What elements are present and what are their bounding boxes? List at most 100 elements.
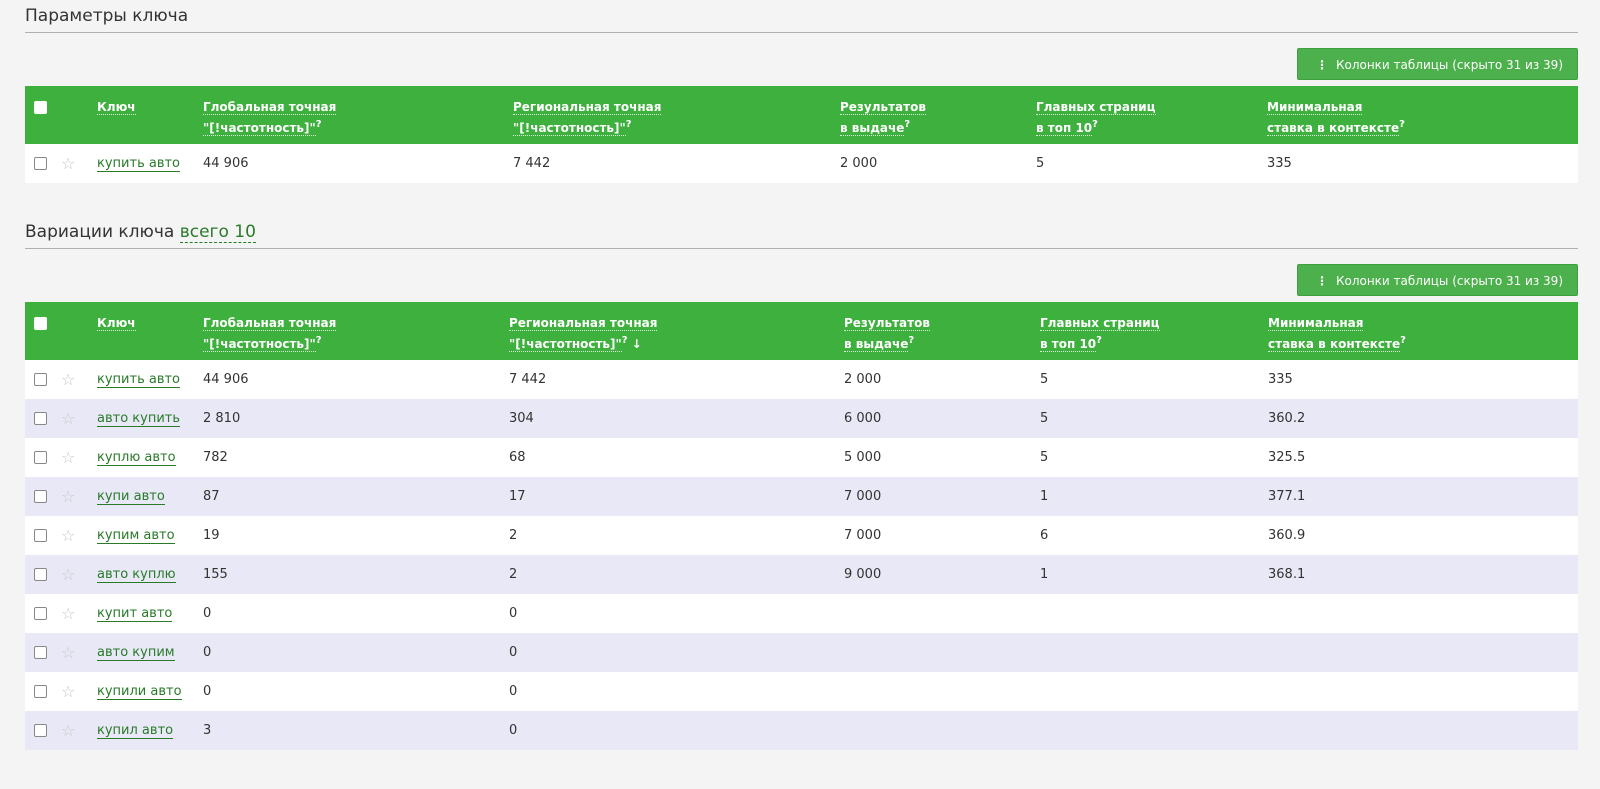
star-icon[interactable]: ☆ [61,409,75,428]
cell-main-pages: 1 [1040,567,1049,582]
keyword-link[interactable]: купит авто [97,606,173,622]
variations-columns-button[interactable]: ⋮ Колонки таблицы (скрыто 31 из 39) [1296,264,1578,296]
header-results[interactable]: Результатов в выдаче? [844,302,1040,360]
keyword-link[interactable]: купить авто [97,372,181,388]
cell-global: 44 906 [203,372,249,387]
header-main-pages[interactable]: Главных страниц в топ 10? [1036,86,1267,144]
cell-results: 7 000 [844,528,882,543]
cell-results: 9 000 [844,567,882,582]
row-checkbox[interactable] [34,529,47,542]
star-icon[interactable]: ☆ [61,643,75,662]
row-checkbox[interactable] [34,568,47,581]
keyword-link[interactable]: купил авто [97,723,174,739]
cell-results [844,594,1040,633]
cell-main-pages: 6 [1040,528,1049,543]
keyword-link[interactable]: купим авто [97,528,175,544]
keyword-link[interactable]: авто купим [97,645,175,661]
header-global-frequency[interactable]: Глобальная точная "[!частотность]"? [203,86,513,144]
star-icon[interactable]: ☆ [61,154,75,173]
cell-results: 5 000 [844,450,882,465]
cell-main-pages: 5 [1040,411,1049,426]
cell-results: 2 000 [844,372,882,387]
row-checkbox[interactable] [34,373,47,386]
star-icon[interactable]: ☆ [61,487,75,506]
row-checkbox[interactable] [34,412,47,425]
columns-menu-icon: ⋮ [1315,58,1328,72]
table-row: ☆ купить авто 44 906 7 442 2 000 5 335 [25,360,1578,399]
star-icon[interactable]: ☆ [61,526,75,545]
cell-global: 155 [203,567,228,582]
cell-min-bid: 360.2 [1268,411,1306,426]
row-checkbox[interactable] [34,451,47,464]
cell-results [844,711,1040,750]
header-star [61,302,97,360]
variations-columns-label: Колонки таблицы (скрыто 31 из 39) [1335,274,1563,288]
variations-header-row: Ключ Глобальная точная "[!частотность]"? … [25,302,1578,360]
row-checkbox[interactable] [34,724,47,737]
key-params-header-row: Ключ Глобальная точная "[!частотность]"? … [25,86,1578,144]
help-icon[interactable]: ? [626,119,632,130]
cell-min-bid: 335 [1267,156,1292,171]
variations-count-link[interactable]: всего 10 [179,222,256,243]
keyword-link[interactable]: авто куплю [97,567,176,583]
keyword-link[interactable]: купи авто [97,489,165,505]
sort-desc-icon[interactable]: ↓ [632,337,642,351]
cell-results: 6 000 [844,411,882,426]
row-checkbox[interactable] [34,607,47,620]
header-main-pages[interactable]: Главных страниц в топ 10? [1040,302,1268,360]
row-checkbox[interactable] [34,646,47,659]
cell-regional: 68 [509,450,526,465]
row-checkbox[interactable] [34,157,47,170]
header-min-bid[interactable]: Минимальная ставка в контексте? [1267,86,1578,144]
key-params-divider [25,32,1578,33]
help-icon[interactable]: ? [316,119,322,130]
star-icon[interactable]: ☆ [61,370,75,389]
cell-global: 0 [203,606,212,621]
help-icon[interactable]: ? [1096,335,1102,346]
header-regional-frequency[interactable]: Региональная точная "[!частотность]"? ↓ [509,302,844,360]
keyword-link[interactable]: купили авто [97,684,182,700]
header-key[interactable]: Ключ [97,302,203,360]
table-row: ☆ куплю авто 782 68 5 000 5 325.5 [25,438,1578,477]
variations-title-text: Вариации ключа [25,222,175,242]
header-key[interactable]: Ключ [97,86,203,144]
star-icon[interactable]: ☆ [61,565,75,584]
keyword-link[interactable]: купить авто [97,156,181,172]
header-results[interactable]: Результатов в выдаче? [840,86,1036,144]
key-params-columns-button[interactable]: ⋮ Колонки таблицы (скрыто 31 из 39) [1296,48,1578,80]
help-icon[interactable]: ? [316,335,322,346]
star-icon[interactable]: ☆ [61,604,75,623]
key-params-title-text: Параметры ключа [25,6,189,26]
keyword-link[interactable]: авто купить [97,411,181,427]
select-all-checkbox[interactable] [34,101,47,114]
cell-regional: 7 442 [513,156,551,171]
help-icon[interactable]: ? [904,119,910,130]
cell-regional: 2 [509,528,518,543]
help-icon[interactable]: ? [622,335,628,346]
cell-min-bid [1268,633,1578,672]
header-star [61,86,97,144]
cell-results: 7 000 [844,489,882,504]
table-row: ☆ купил авто 3 0 [25,711,1578,750]
row-checkbox[interactable] [34,685,47,698]
cell-main-pages [1040,633,1268,672]
header-global-frequency[interactable]: Глобальная точная "[!частотность]"? [203,302,509,360]
header-regional-frequency[interactable]: Региональная точная "[!частотность]"? [513,86,840,144]
row-checkbox[interactable] [34,490,47,503]
star-icon[interactable]: ☆ [61,448,75,467]
select-all-checkbox[interactable] [34,317,47,330]
help-icon[interactable]: ? [908,335,914,346]
header-select-all[interactable] [25,86,61,144]
keyword-link[interactable]: куплю авто [97,450,176,466]
help-icon[interactable]: ? [1399,119,1405,130]
cell-main-pages: 5 [1036,156,1045,171]
help-icon[interactable]: ? [1092,119,1098,130]
header-select-all[interactable] [25,302,61,360]
cell-min-bid [1268,711,1578,750]
star-icon[interactable]: ☆ [61,721,75,740]
header-min-bid[interactable]: Минимальная ставка в контексте? [1268,302,1578,360]
star-icon[interactable]: ☆ [61,682,75,701]
cell-main-pages [1040,672,1268,711]
cell-regional: 2 [509,567,518,582]
help-icon[interactable]: ? [1400,335,1406,346]
